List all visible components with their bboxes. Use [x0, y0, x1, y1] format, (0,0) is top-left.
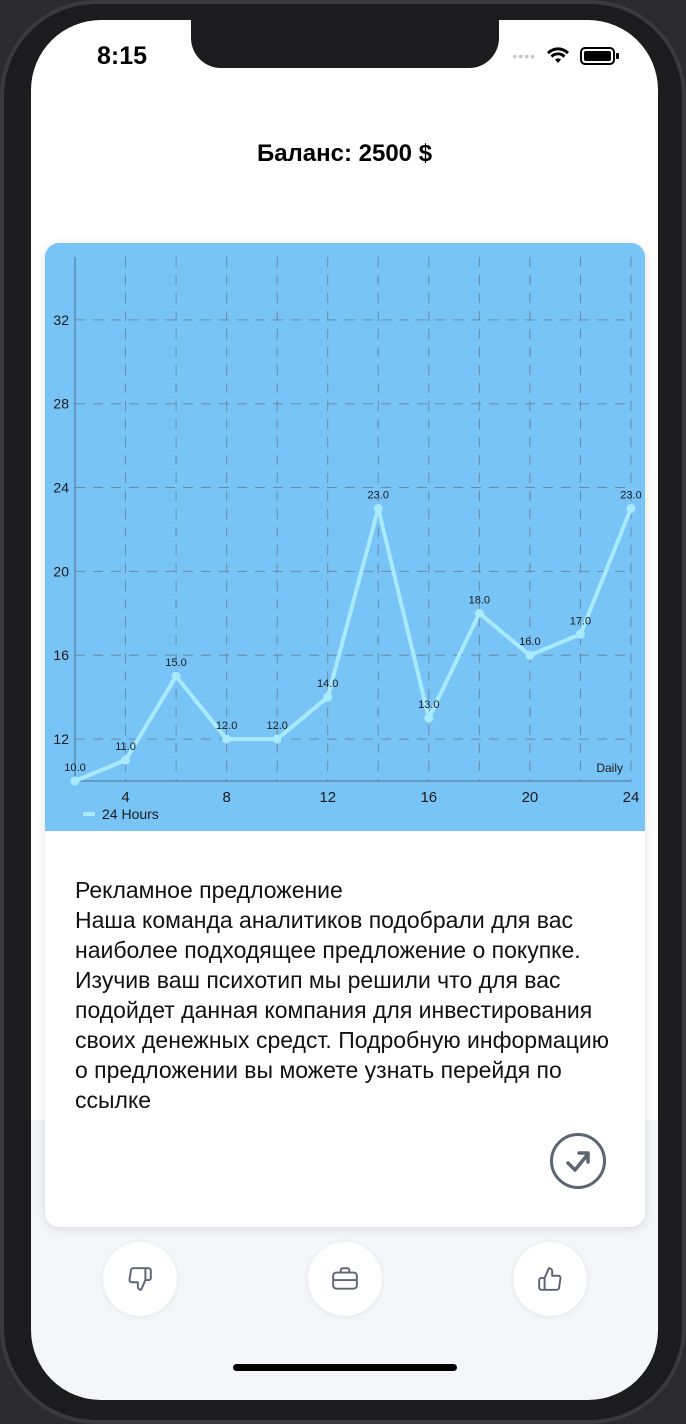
portfolio-button[interactable]	[308, 1242, 382, 1316]
data-label: 12.0	[266, 720, 287, 732]
y-tick-label: 16	[53, 647, 69, 663]
data-point	[121, 755, 131, 765]
offer-card: 12 16 20 24 28 32 4 8 12 16 20 24 Daily 10.0 11.0 15.0 1…	[45, 243, 645, 1227]
thumbs-down-icon	[128, 1267, 152, 1291]
data-point	[171, 671, 181, 681]
data-point	[272, 734, 282, 744]
notch	[191, 20, 499, 68]
battery-icon	[580, 47, 619, 65]
data-label: 14.0	[317, 678, 338, 690]
offer-body: Наша команда аналитиков подобрали для ва…	[75, 907, 609, 1113]
chart-area: 12 16 20 24 28 32 4 8 12 16 20 24 Daily 10.0 11.0 15.0 1…	[45, 243, 645, 831]
data-label: 15.0	[165, 657, 186, 669]
y-tick-label: 32	[53, 312, 69, 328]
data-label: 17.0	[570, 615, 591, 627]
data-point	[222, 734, 232, 744]
data-label: 18.0	[469, 594, 490, 606]
data-point	[424, 713, 434, 723]
data-point	[323, 692, 333, 702]
balance-title: Баланс: 2500 $	[256, 140, 433, 167]
offer-text: Рекламное предложение Наша команда анали…	[75, 875, 620, 1115]
y-tick-label: 12	[53, 731, 69, 747]
signal-icon: ••••	[512, 48, 536, 64]
legend-label: 24 Hours	[102, 806, 159, 822]
briefcase-icon	[332, 1267, 358, 1290]
x-tick-label: 24	[623, 789, 640, 806]
offer-title: Рекламное предложение	[75, 877, 343, 903]
x-tick-label: 8	[222, 789, 230, 806]
y-tick-label: 20	[53, 563, 69, 579]
open-offer-button[interactable]	[550, 1133, 606, 1189]
x-tick-label: 4	[121, 789, 129, 806]
x-axis-label: Daily	[596, 761, 623, 775]
data-point	[525, 650, 535, 660]
home-indicator	[233, 1364, 457, 1371]
data-label: 12.0	[216, 720, 237, 732]
screen: 8:15 •••• Баланс: 2500 $ 12 16 20 24 28 32 4 8 1…	[31, 20, 658, 1400]
data-label: 11.0	[115, 741, 136, 753]
data-point	[626, 504, 636, 514]
data-label: 10.0	[64, 762, 85, 774]
data-point	[373, 504, 383, 514]
x-tick-label: 16	[420, 789, 437, 806]
data-point	[575, 629, 585, 639]
data-label: 16.0	[519, 636, 540, 648]
x-tick-label: 20	[522, 789, 539, 806]
data-label: 23.0	[620, 490, 641, 502]
phone-frame: 8:15 •••• Баланс: 2500 $ 12 16 20 24 28 32 4 8 1…	[0, 0, 686, 1424]
data-label: 23.0	[368, 490, 389, 502]
like-button[interactable]	[513, 1242, 587, 1316]
status-time: 8:15	[97, 42, 148, 70]
x-tick-label: 12	[319, 789, 336, 806]
data-label: 13.0	[418, 699, 439, 711]
thumbs-up-icon	[538, 1267, 562, 1291]
wifi-icon	[547, 47, 569, 63]
data-point	[474, 608, 484, 618]
status-icons: ••••	[512, 46, 620, 66]
y-tick-label: 28	[53, 396, 69, 412]
dislike-button[interactable]	[103, 1242, 177, 1316]
arrow-up-right-circle-icon	[566, 1151, 590, 1172]
data-point	[70, 776, 80, 786]
series-line	[74, 506, 633, 783]
y-tick-label: 24	[53, 480, 69, 496]
line-chart: 1216202428324 8 12 16 20 24Daily10.011.015.01…	[53, 257, 642, 822]
